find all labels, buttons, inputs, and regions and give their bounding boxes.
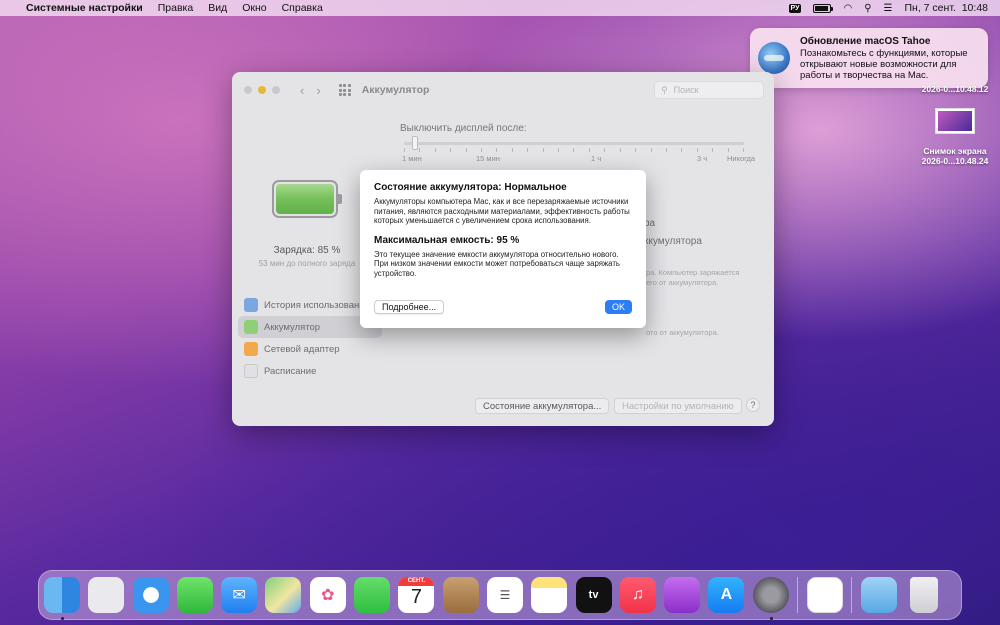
apple-tv-icon[interactable]: tv <box>575 577 612 613</box>
window-title: Аккумулятор <box>361 84 430 96</box>
contacts-icon[interactable] <box>442 577 479 613</box>
search-field[interactable]: ⚲ Поиск <box>654 81 764 99</box>
restore-defaults-button[interactable]: Настройки по умолчанию <box>614 398 742 414</box>
keyboard-layout-indicator[interactable]: РУ <box>788 3 802 13</box>
photos-icon[interactable]: ✿ <box>309 577 346 613</box>
control-center-icon[interactable]: ☰ <box>884 3 893 14</box>
display-off-slider[interactable] <box>404 142 744 145</box>
podcasts-icon[interactable] <box>664 577 701 613</box>
battery-level-icon <box>272 180 342 218</box>
maps-icon[interactable] <box>265 577 302 613</box>
tv-label: tv <box>588 589 599 601</box>
menu-help[interactable]: Справка <box>282 2 323 14</box>
update-notification[interactable]: Обновление macOS Tahoe Познакомьтесь с ф… <box>750 28 988 88</box>
safari-icon[interactable] <box>132 577 169 613</box>
calendar-day: 7 <box>410 585 422 608</box>
calendar-icon[interactable]: СЕНТ. 7 <box>398 576 435 613</box>
zoom-button[interactable] <box>272 86 280 94</box>
max-capacity-text: Это текущее значение емкости аккумулятор… <box>374 249 620 278</box>
learn-more-button[interactable]: Подробнее... <box>374 300 445 314</box>
utility-app-icon[interactable] <box>807 577 844 613</box>
calendar-month: СЕНТ. <box>398 576 435 586</box>
menu-app-name[interactable]: Системные настройки <box>26 2 143 14</box>
battery-health-button[interactable]: Состояние аккумулятора... <box>475 398 610 414</box>
mail-icon[interactable]: ✉ <box>221 577 258 613</box>
power-adapter-icon <box>244 342 258 356</box>
launchpad-icon[interactable] <box>88 577 125 613</box>
messages-icon[interactable] <box>176 577 213 613</box>
sidebar-item-label: Аккумулятор <box>264 321 321 333</box>
app-store-icon[interactable]: A <box>708 577 745 613</box>
option-2-description-b: его от аккумулятора. <box>646 278 719 287</box>
desktop-file-screenshot-2[interactable]: Снимок экрана 2026-0...10.48.24 <box>915 108 995 166</box>
desktop-file-date: 2026-0...10.48.24 <box>921 156 989 166</box>
tick-label-15min: 15 мин <box>476 154 500 163</box>
back-arrow-icon[interactable]: ‹ <box>300 83 304 98</box>
battery-condition-text: Аккумуляторы компьютера Mac, как и все п… <box>374 197 630 225</box>
sidebar-item-schedule[interactable]: Расписание <box>238 360 382 382</box>
notes-icon[interactable] <box>531 577 568 613</box>
menu-view[interactable]: Вид <box>208 2 227 14</box>
system-preferences-icon[interactable] <box>752 577 789 620</box>
history-icon <box>244 298 258 312</box>
display-off-label: Выключить дисплей после: <box>400 123 527 134</box>
option-2-description-a: ра. Компьютер заряжается <box>646 268 740 277</box>
dock-separator <box>797 577 799 613</box>
option-2-label: ккумулятора <box>644 236 702 247</box>
menu-edit[interactable]: Правка <box>158 2 193 14</box>
sidebar-item-label: Сетевой адаптер <box>264 343 340 355</box>
facetime-icon[interactable] <box>354 577 391 613</box>
tick-label-3h: 3 ч <box>697 154 708 163</box>
show-all-grid-icon[interactable] <box>338 84 351 96</box>
screenshot-thumbnail <box>935 108 975 134</box>
trash-icon[interactable] <box>909 577 938 613</box>
help-button[interactable]: ? <box>746 398 760 412</box>
search-icon: ⚲ <box>661 84 668 95</box>
dock: ✉ ✿ СЕНТ. 7 ☰ tv ♫ A <box>38 570 962 620</box>
battery-health-dialog: Состояние аккумулятора: Нормальное Аккум… <box>360 170 646 328</box>
sidebar-item-power-adapter[interactable]: Сетевой адаптер <box>238 338 382 360</box>
reminders-icon[interactable]: ☰ <box>486 577 523 613</box>
menubar-clock[interactable]: Пн, 7 сент. 10:48 <box>905 2 989 14</box>
forward-arrow-icon[interactable]: › <box>316 83 320 98</box>
option-3-description: ото от аккумулятора. <box>646 328 719 337</box>
tick-label-1h: 1 ч <box>591 154 602 163</box>
close-button[interactable] <box>244 86 252 94</box>
calendar-icon <box>244 364 258 378</box>
battery-condition-heading: Состояние аккумулятора: Нормальное <box>374 182 567 193</box>
search-placeholder: Поиск <box>673 85 699 95</box>
tick-label-1min: 1 мин <box>402 154 422 163</box>
ok-button[interactable]: OK <box>605 300 632 314</box>
tick-label-never: Никогда <box>727 154 756 163</box>
finder-icon[interactable] <box>44 577 80 620</box>
sidebar-item-label: История использования <box>264 299 370 311</box>
slider-ticks <box>404 148 744 152</box>
minimize-button[interactable] <box>258 86 266 94</box>
wifi-icon[interactable]: ◠ <box>843 3 852 14</box>
notification-title: Обновление macOS Tahoe <box>800 36 931 47</box>
notification-body: Познакомьтесь с функциями, которые откры… <box>800 48 968 81</box>
battery-icon <box>244 320 258 334</box>
menu-bar: Системные настройки Правка Вид Окно Спра… <box>0 0 1000 16</box>
slider-thumb[interactable] <box>412 136 418 150</box>
search-icon[interactable]: ⚲ <box>864 3 871 14</box>
window-titlebar: ‹ › Аккумулятор ⚲ Поиск <box>232 72 774 108</box>
desktop-file-label: 2026-0...10.48.12 <box>921 84 989 94</box>
music-icon[interactable]: ♫ <box>619 577 656 613</box>
macos-update-icon <box>758 42 790 74</box>
desktop-file-screenshot-1[interactable]: 2026-0...10.48.12 <box>915 84 995 94</box>
desktop-file-name: Снимок экрана <box>923 146 987 156</box>
sidebar-item-label: Расписание <box>264 365 317 377</box>
menu-window[interactable]: Окно <box>242 2 266 14</box>
max-capacity-heading: Максимальная емкость: 95 % <box>374 234 520 246</box>
dock-separator <box>851 577 853 613</box>
battery-status-icon[interactable] <box>813 3 834 13</box>
downloads-folder-icon[interactable] <box>861 577 898 613</box>
